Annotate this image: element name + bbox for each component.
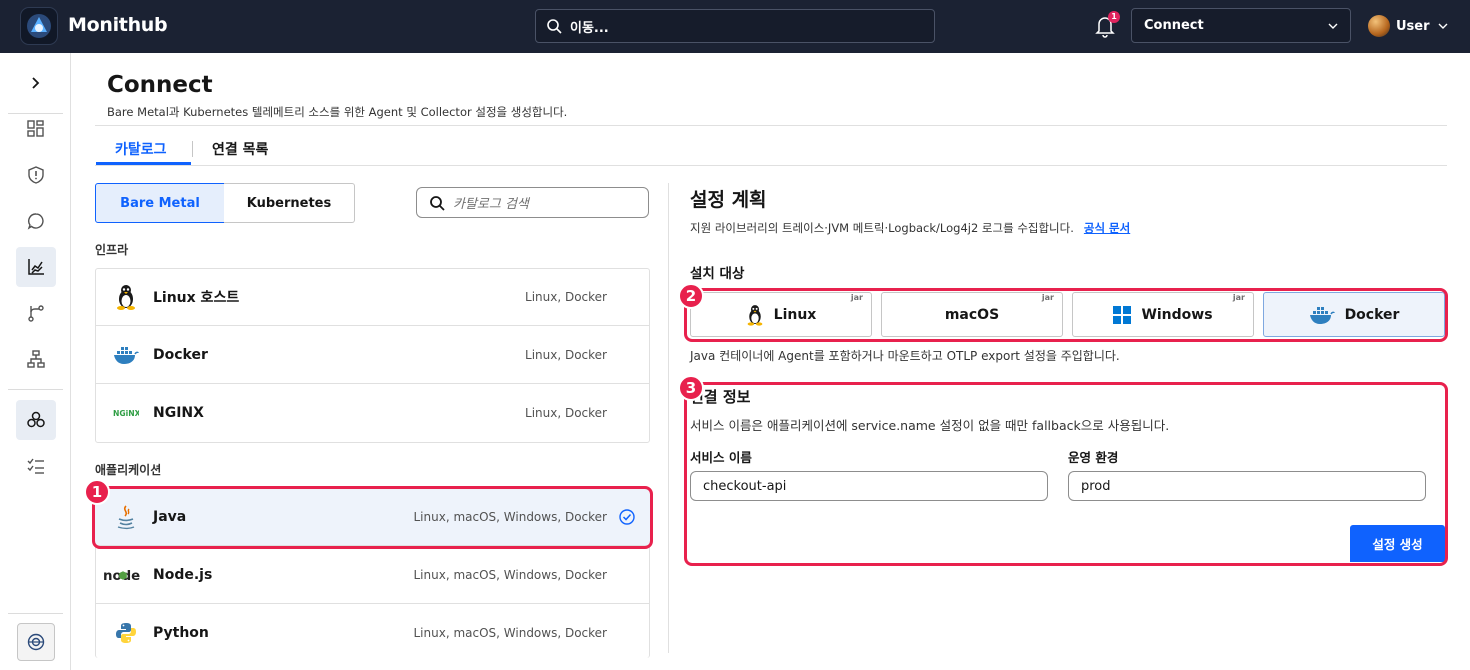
chevron-down-icon xyxy=(1438,23,1448,29)
nginx-icon: NGiNX xyxy=(113,400,139,426)
brand-name: Monithub xyxy=(68,14,168,36)
item-name: Python xyxy=(153,625,209,641)
dashboard-icon xyxy=(27,120,44,137)
tab-separator xyxy=(192,141,193,157)
annotation-badge-3: 3 xyxy=(678,375,704,401)
sidebar-item-integrations[interactable] xyxy=(16,400,56,440)
item-platforms: Linux, Docker xyxy=(525,289,607,304)
panel-divider xyxy=(668,183,669,653)
plan-title: 설정 계획 xyxy=(690,189,767,211)
chart-icon xyxy=(28,259,44,275)
global-search-placeholder: 이동... xyxy=(570,20,609,36)
globe-icon xyxy=(27,633,45,651)
chat-icon xyxy=(27,213,44,230)
install-target-label: 설치 대상 xyxy=(690,266,745,282)
avatar xyxy=(1368,15,1390,37)
annotation-badge-1: 1 xyxy=(84,479,110,505)
item-name: NGINX xyxy=(153,405,204,421)
tabs-divider xyxy=(95,165,1447,166)
docs-link[interactable]: 공식 문서 xyxy=(1084,221,1130,235)
chevron-down-icon xyxy=(1328,23,1338,29)
search-icon xyxy=(430,195,445,211)
list-item[interactable]: Docker Linux, Docker xyxy=(95,326,650,384)
checklist-icon xyxy=(27,458,44,474)
section-apps-label: 애플리케이션 xyxy=(95,463,162,477)
list-item[interactable]: NGiNX NGINX Linux, Docker xyxy=(95,384,650,442)
item-name: Node.js xyxy=(153,566,213,583)
page-subtitle: Bare Metal과 Kubernetes 텔레메트리 소스를 위한 Agen… xyxy=(107,105,568,119)
hierarchy-icon xyxy=(27,350,45,368)
sidebar-item-branches[interactable] xyxy=(16,293,56,333)
item-name: Docker xyxy=(153,346,208,363)
segment-bare-metal[interactable]: Bare Metal xyxy=(95,183,225,223)
connect-select-value: Connect xyxy=(1144,18,1204,33)
sidebar-item-chat[interactable] xyxy=(16,201,56,241)
chevron-right-icon xyxy=(32,77,40,89)
list-item[interactable]: node Node.js Linux, macOS, Windows, Dock… xyxy=(95,546,650,604)
sidebar-divider xyxy=(8,389,63,390)
user-name: User xyxy=(1396,18,1430,34)
monithub-logo-icon[interactable] xyxy=(20,7,58,45)
sidebar-item-alerts[interactable] xyxy=(16,155,56,195)
item-platforms: Linux, macOS, Windows, Docker xyxy=(413,567,607,582)
segment-kubernetes[interactable]: Kubernetes xyxy=(224,183,355,223)
docker-icon xyxy=(113,342,139,368)
search-icon xyxy=(547,19,562,34)
list-item[interactable]: Linux 호스트 Linux, Docker xyxy=(95,268,650,326)
item-platforms: Linux, Docker xyxy=(525,406,607,420)
sidebar-item-topology[interactable] xyxy=(16,339,56,379)
top-bar: Monithub 이동... 1 Connect User xyxy=(0,0,1470,53)
item-platforms: Linux, Docker xyxy=(525,347,607,362)
connect-select[interactable]: Connect xyxy=(1131,8,1351,43)
global-search-input[interactable]: 이동... xyxy=(535,9,935,43)
plan-description-text: 지원 라이브러리의 트레이스·JVM 메트릭·Logback/Log4j2 로그… xyxy=(690,221,1074,235)
branch-icon xyxy=(28,305,44,322)
sidebar-item-settings[interactable] xyxy=(17,623,55,661)
sidebar-divider xyxy=(8,613,63,614)
tab-catalog[interactable]: 카탈로그 xyxy=(115,139,167,159)
highlight-box-3 xyxy=(684,382,1448,566)
sidebar-item-tasks[interactable] xyxy=(16,446,56,486)
annotation-badge-2: 2 xyxy=(678,283,704,309)
highlight-box-2 xyxy=(684,288,1448,342)
svg-text:NGiNX: NGiNX xyxy=(113,409,139,418)
item-platforms: Linux, macOS, Windows, Docker xyxy=(413,626,607,640)
python-icon xyxy=(113,620,139,646)
notification-badge: 1 xyxy=(1108,11,1120,23)
sidebar xyxy=(0,53,71,670)
catalog-search-input[interactable]: 카탈로그 검색 xyxy=(416,187,649,218)
integrations-icon xyxy=(27,411,45,428)
catalog-search-placeholder: 카탈로그 검색 xyxy=(453,197,529,212)
page-title: Connect xyxy=(107,72,213,98)
sidebar-item-metrics[interactable] xyxy=(16,247,56,287)
plan-description: 지원 라이브러리의 트레이스·JVM 메트릭·Logback/Log4j2 로그… xyxy=(690,220,1130,236)
section-infra-label: 인프라 xyxy=(95,243,129,257)
sidebar-item-dashboard[interactable] xyxy=(16,109,56,149)
tab-connection-list[interactable]: 연결 목록 xyxy=(212,139,268,159)
header-divider xyxy=(95,125,1447,126)
nodejs-icon: node xyxy=(103,562,143,588)
shield-alert-icon xyxy=(28,166,44,184)
expand-sidebar-button[interactable] xyxy=(16,63,56,103)
highlight-box-1 xyxy=(92,486,653,549)
install-target-note: Java 컨테이너에 Agent를 포함하거나 마운트하고 OTLP expor… xyxy=(690,349,1120,363)
item-name: Linux 호스트 xyxy=(153,289,240,306)
list-item[interactable]: Python Linux, macOS, Windows, Docker xyxy=(95,604,650,662)
user-menu[interactable]: User xyxy=(1368,14,1448,38)
linux-icon xyxy=(113,284,139,310)
